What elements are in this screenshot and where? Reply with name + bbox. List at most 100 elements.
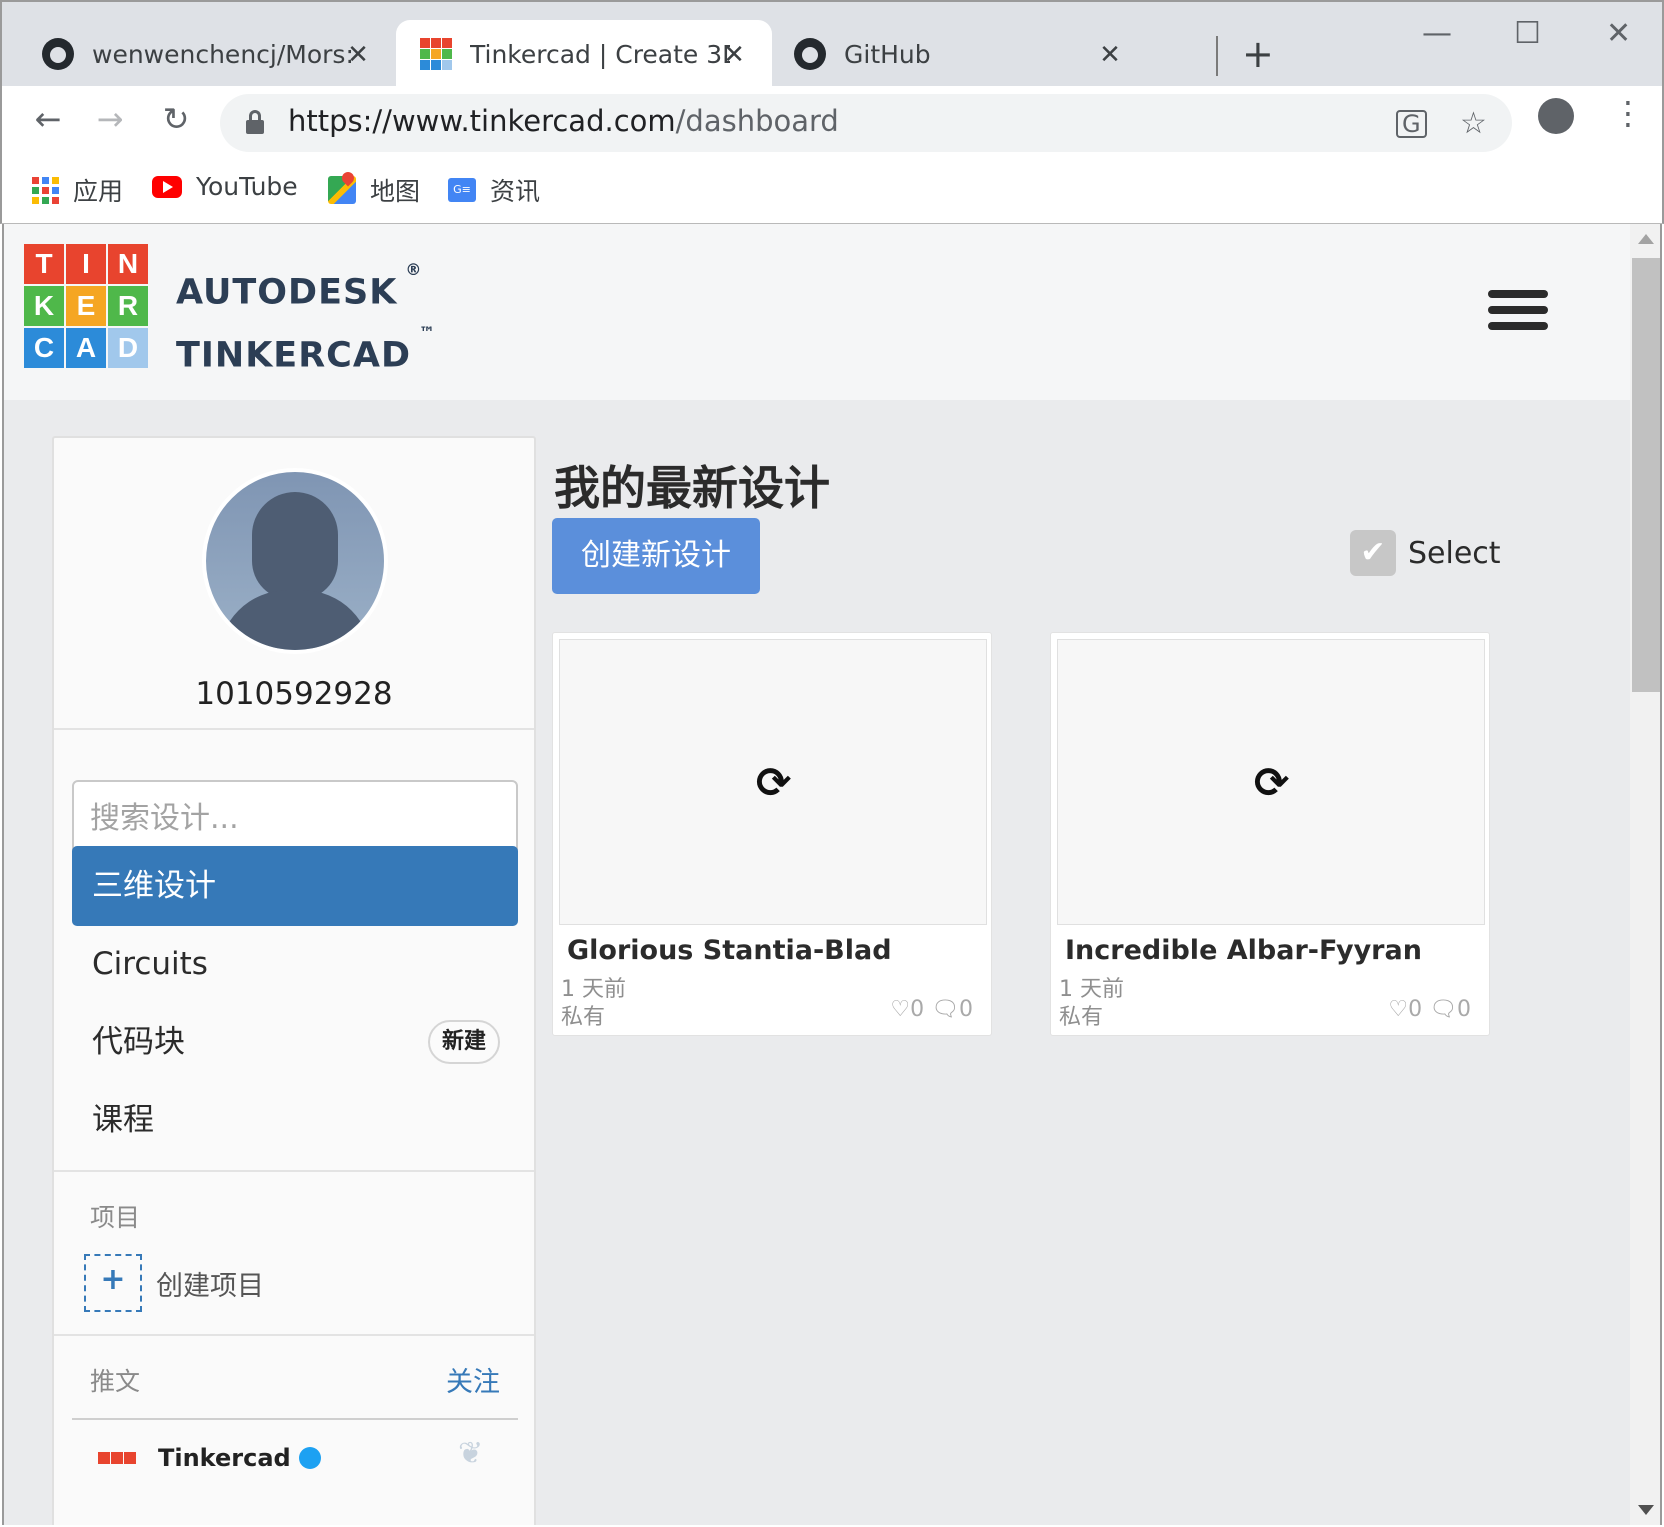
likes-count: 0: [910, 997, 925, 1022]
design-title[interactable]: Incredible Albar-Fyyran: [1065, 935, 1422, 966]
new-tab-button[interactable]: +: [1242, 32, 1274, 76]
scrollbar[interactable]: [1630, 224, 1662, 1525]
forward-button[interactable]: →: [88, 100, 132, 138]
tab-title: Tinkercad | Create 3D d: [470, 39, 730, 69]
bookmark-youtube[interactable]: YouTube: [152, 172, 298, 201]
heart-icon: ♡: [890, 997, 911, 1022]
tinkercad-icon: [98, 1452, 136, 1464]
logo-letter: K: [24, 286, 64, 326]
back-button[interactable]: ←: [26, 100, 70, 138]
close-window-button[interactable]: ✕: [1606, 16, 1631, 51]
new-badge: 新建: [427, 1020, 500, 1064]
logo-letter: D: [108, 328, 148, 368]
page-title: 我的最新设计: [554, 461, 830, 515]
menu-icon[interactable]: ⋮: [1612, 94, 1644, 132]
tab-github[interactable]: GitHub ✕: [772, 20, 1148, 88]
scroll-up-arrow[interactable]: [1638, 234, 1654, 244]
create-design-button[interactable]: 创建新设计: [552, 518, 760, 594]
bookmark-label: 应用: [73, 177, 124, 206]
heart-icon: ♡: [1388, 997, 1409, 1022]
url-text[interactable]: https://www.tinkercad.com/dashboard: [288, 104, 839, 138]
logo-letter: R: [108, 286, 148, 326]
scroll-thumb[interactable]: [1632, 258, 1660, 692]
logo-letter: E: [66, 286, 106, 326]
sidebar-item-label: 代码块: [92, 1024, 185, 1060]
plus-icon: +: [84, 1254, 142, 1312]
sidebar-item-codeblocks[interactable]: 代码块 新建: [72, 1002, 518, 1082]
create-project-button[interactable]: + 创建项目: [84, 1254, 264, 1312]
logo-letter: T: [24, 244, 64, 284]
close-icon[interactable]: ✕: [344, 40, 372, 70]
youtube-icon: [152, 175, 182, 198]
twitter-icon[interactable]: ❦: [458, 1436, 483, 1471]
close-icon[interactable]: ✕: [1096, 40, 1124, 70]
hamburger-menu-icon[interactable]: [1488, 290, 1548, 330]
tinkercad-icon: [420, 38, 452, 70]
tab-tinkercad[interactable]: Tinkercad | Create 3D d ✕: [396, 20, 772, 88]
logo-letter: A: [66, 328, 106, 368]
create-project-label: 创建项目: [156, 1270, 264, 1302]
news-icon: G≡: [448, 178, 476, 202]
profile-icon[interactable]: [1538, 98, 1574, 134]
tinkercad-logo[interactable]: TIN KER CAD: [24, 244, 148, 368]
divider: [54, 1334, 534, 1336]
bookmarks-bar: 应用 YouTube 地图 G≡ 资讯: [0, 160, 1664, 224]
tweet-author[interactable]: Tinkercad: [98, 1444, 321, 1472]
select-toggle[interactable]: ✔ Select: [1350, 530, 1501, 576]
sidebar-item-lessons[interactable]: 课程: [72, 1080, 518, 1160]
bookmark-news[interactable]: G≡ 资讯: [448, 172, 540, 208]
bookmark-apps[interactable]: 应用: [32, 172, 123, 208]
divider: [72, 1418, 518, 1420]
tab-github-mors[interactable]: wenwenchencj/Mors: 7. ✕: [2, 20, 396, 88]
bookmark-maps[interactable]: 地图: [328, 172, 420, 208]
select-label: Select: [1408, 535, 1501, 571]
tab-title: GitHub: [844, 39, 931, 69]
reload-button[interactable]: ↻: [154, 100, 198, 138]
design-title[interactable]: Glorious Stantia-Blad: [567, 935, 892, 966]
tab-title: wenwenchencj/Mors: 7.: [92, 39, 352, 69]
loading-icon: ⟳: [756, 758, 792, 807]
maps-icon: [328, 176, 356, 204]
design-card[interactable]: ⟳ Glorious Stantia-Blad 1 天前 私有 ♡0 🗨0: [552, 632, 992, 1036]
translate-icon[interactable]: G: [1396, 110, 1427, 138]
logo-letter: N: [108, 244, 148, 284]
follow-link[interactable]: 关注: [446, 1360, 500, 1399]
star-icon[interactable]: ☆: [1460, 106, 1487, 141]
sidebar-item-circuits[interactable]: Circuits: [72, 924, 518, 1004]
projects-heading: 项目: [90, 1203, 141, 1232]
logo-letter: I: [66, 244, 106, 284]
comment-icon: 🗨: [931, 997, 959, 1022]
maximize-button[interactable]: ☐: [1514, 16, 1541, 51]
design-card[interactable]: ⟳ Incredible Albar-Fyyran 1 天前 私有 ♡0 🗨0: [1050, 632, 1490, 1036]
loading-icon: ⟳: [1254, 758, 1290, 807]
url-host: https://www.tinkercad.com: [288, 104, 676, 138]
browser-titlebar: wenwenchencj/Mors: 7. ✕ Tinkercad | Crea…: [0, 0, 1664, 88]
minimize-button[interactable]: —: [1422, 16, 1452, 51]
github-icon: [42, 38, 74, 70]
bookmark-label: 地图: [370, 177, 421, 206]
brand-line-2: TINKERCAD: [176, 335, 411, 376]
brand-line-1: AUTODESK: [176, 272, 398, 313]
search-input[interactable]: [72, 780, 518, 856]
scroll-down-arrow[interactable]: [1638, 1505, 1654, 1515]
close-icon[interactable]: ✕: [720, 40, 748, 70]
bookmark-label: 资讯: [490, 177, 541, 206]
page-content: TIN KER CAD AUTODESK ® TINKERCAD ™ 101059292…: [2, 224, 1630, 1525]
logo-letter: C: [24, 328, 64, 368]
design-thumbnail[interactable]: ⟳: [559, 639, 987, 925]
comments-count: 0: [1457, 997, 1471, 1022]
tweets-heading: 推文: [90, 1367, 141, 1396]
checkbox-icon[interactable]: ✔: [1350, 530, 1396, 576]
design-thumbnail[interactable]: ⟳: [1057, 639, 1485, 925]
registered-mark: ®: [405, 260, 423, 279]
username[interactable]: 1010592928: [54, 676, 534, 712]
design-privacy: 私有: [561, 1005, 606, 1030]
avatar[interactable]: [202, 468, 388, 654]
address-bar[interactable]: https://www.tinkercad.com/dashboard G ☆: [220, 94, 1512, 152]
bookmark-label: YouTube: [196, 172, 298, 201]
sidebar-item-label: Circuits: [92, 946, 208, 982]
sidebar-item-3d-designs[interactable]: 三维设计: [72, 846, 518, 926]
comments-count: 0: [959, 997, 973, 1022]
apps-icon: [32, 176, 59, 204]
sidebar-item-label: 三维设计: [92, 868, 216, 904]
